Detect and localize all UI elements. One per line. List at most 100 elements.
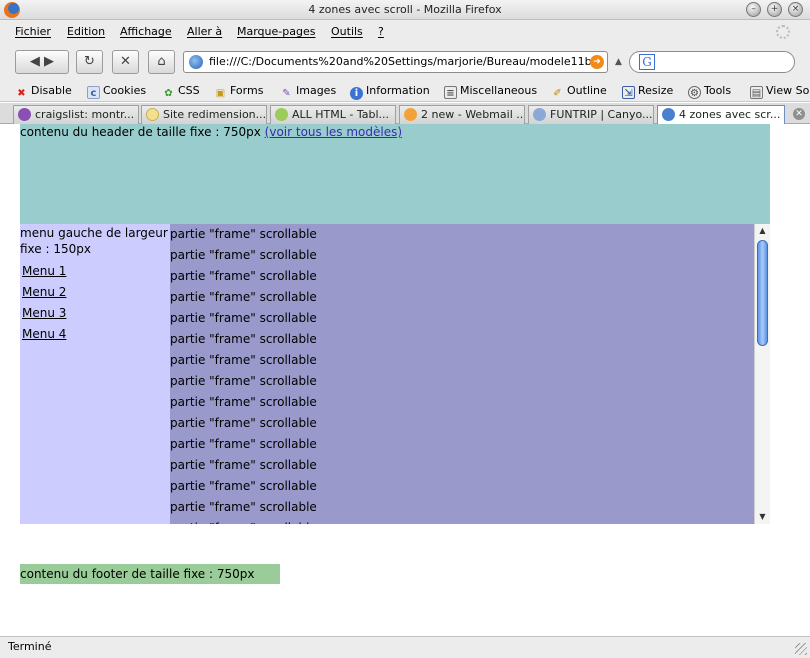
menu-affichage[interactable]: Affichage (120, 25, 172, 38)
resize-icon: ⇲ (622, 86, 635, 99)
window-title: 4 zones avec scroll - Mozilla Firefox (308, 3, 502, 16)
search-input[interactable]: G (629, 51, 795, 73)
reload-icon: ↻ (84, 54, 95, 69)
tab-funtrip[interactable]: FUNTRIP | Canyo... (528, 105, 654, 124)
page-header: contenu du header de taille fixe : 750px… (20, 124, 770, 224)
frame-line: partie "frame" scrollable (170, 332, 317, 346)
all-models-link[interactable]: (voir tous les modèles) (265, 125, 402, 139)
status-text: Terminé (8, 640, 52, 653)
url-dropdown-icon[interactable]: ▲ (615, 57, 622, 67)
devbar-cookies[interactable]: c Cookies (87, 84, 146, 99)
menu-outils[interactable]: Outils (331, 25, 363, 38)
menu-link-2[interactable]: Menu 2 (22, 284, 170, 300)
go-icon[interactable]: ➜ (590, 55, 604, 69)
devbar-information[interactable]: i Information (350, 84, 430, 100)
menu-fichier[interactable]: Fichier (15, 25, 51, 38)
minimize-icon: – (751, 4, 756, 14)
webmail-icon (404, 108, 417, 121)
address-bar[interactable]: file:///C:/Documents%20and%20Settings/ma… (183, 51, 608, 73)
devbar-view-source[interactable]: ▤ View So (750, 84, 809, 99)
miscellaneous-icon: ≡ (444, 86, 457, 99)
scrollbar-thumb[interactable] (757, 240, 768, 346)
maximize-icon: + (770, 4, 779, 14)
scrollable-frame[interactable]: partie "frame" scrollable partie "frame" … (170, 224, 770, 524)
maximize-button[interactable]: + (767, 2, 782, 17)
flower-icon (275, 108, 288, 121)
menu-link-3[interactable]: Menu 3 (22, 305, 170, 321)
menu-bar: Fichier Edition Affichage Aller à Marque… (0, 20, 810, 44)
web-developer-toolbar: ✖ Disable c Cookies ✿ CSS ▣ Forms ✎ Images iI… (0, 80, 810, 102)
google-icon[interactable]: G (639, 54, 655, 70)
stop-button[interactable]: ✕ (112, 50, 139, 74)
menu-link-1[interactable]: Menu 1 (22, 263, 170, 279)
close-tab-icon[interactable]: ✕ (793, 108, 805, 120)
menu-aller-a[interactable]: Aller à (187, 25, 222, 38)
devbar-forms[interactable]: ▣ Forms (214, 84, 264, 100)
globe-icon (662, 108, 675, 121)
tab-site-redimension[interactable]: Site redimension... (141, 105, 267, 124)
frame-line: partie "frame" scrollable (170, 227, 317, 241)
frame-line: partie "frame" scrollable (170, 374, 317, 388)
home-button[interactable]: ⌂ (148, 50, 175, 74)
css-icon: ✿ (164, 88, 173, 99)
menu-link-4[interactable]: Menu 4 (22, 326, 170, 342)
resize-grip-icon[interactable] (795, 643, 807, 655)
address-url: file:///C:/Documents%20and%20Settings/ma… (209, 55, 592, 68)
devbar-miscellaneous[interactable]: ≡ Miscellaneous (444, 84, 537, 99)
frame-line: partie "frame" scrollable (170, 416, 317, 430)
tab-craigslist[interactable]: craigslist: montr... (13, 105, 139, 124)
menu-help[interactable]: ? (378, 25, 384, 38)
frame-scrollbar[interactable]: ▲ ▼ (754, 224, 770, 524)
close-button[interactable]: × (788, 2, 803, 17)
tab-bar: craigslist: montr... Site redimension...… (0, 103, 810, 124)
close-icon: × (791, 4, 800, 14)
title-bar: 4 zones avec scroll - Mozilla Firefox – … (0, 0, 810, 20)
page-footer: contenu du footer de taille fixe : 750px (20, 564, 280, 584)
navigation-toolbar: ◀ ▶ ↻ ✕ ⌂ file:///C:/Documents%20and%20S… (0, 44, 810, 80)
frame-line: partie "frame" scrollable (170, 311, 317, 325)
header-text: contenu du header de taille fixe : 750px (20, 125, 261, 139)
page-viewport: contenu du header de taille fixe : 750px… (0, 124, 810, 636)
back-forward-button[interactable]: ◀ ▶ (15, 50, 69, 74)
images-icon: ✎ (282, 88, 291, 99)
left-menu: menu gauche de largeur fixe : 150px Menu… (20, 224, 170, 524)
scroll-down-icon[interactable]: ▼ (755, 510, 770, 524)
devbar-css[interactable]: ✿ CSS (162, 84, 199, 100)
scroll-up-icon[interactable]: ▲ (755, 224, 770, 238)
globe-icon (533, 108, 546, 121)
devbar-outline[interactable]: ✐ Outline (551, 84, 607, 100)
menu-edition[interactable]: Edition (67, 25, 105, 38)
tab-4-zones[interactable]: 4 zones avec scr... (657, 105, 785, 124)
tab-webmail[interactable]: 2 new - Webmail ... (399, 105, 525, 124)
devbar-disable[interactable]: ✖ Disable (15, 84, 72, 100)
devbar-tools[interactable]: ⚙ Tools (688, 84, 731, 99)
frame-content: partie "frame" scrollable partie "frame" … (170, 226, 754, 524)
home-icon: ⌂ (157, 54, 166, 69)
reload-button[interactable]: ↻ (76, 50, 103, 74)
back-arrow-icon: ◀ ▶ (29, 54, 55, 69)
stop-icon: ✕ (120, 54, 131, 69)
devbar-images[interactable]: ✎ Images (280, 84, 336, 100)
menu-title: menu gauche de largeur fixe : 150px (20, 226, 168, 256)
frame-line: partie "frame" scrollable (170, 353, 317, 367)
frame-line: partie "frame" scrollable (170, 520, 754, 524)
devbar-resize[interactable]: ⇲ Resize (622, 84, 673, 99)
menu-marque-pages[interactable]: Marque-pages (237, 25, 315, 38)
frame-line: partie "frame" scrollable (170, 458, 317, 472)
throbber-icon (776, 25, 790, 39)
frame-line: partie "frame" scrollable (170, 395, 317, 409)
tab-all-html[interactable]: ALL HTML - Tabl... (270, 105, 396, 124)
page-icon (146, 108, 159, 121)
information-icon: i (350, 87, 363, 100)
frame-line: partie "frame" scrollable (170, 500, 317, 514)
peace-icon (18, 108, 31, 121)
globe-icon (189, 55, 203, 69)
view-source-icon: ▤ (750, 86, 763, 99)
frame-line: partie "frame" scrollable (170, 248, 317, 262)
minimize-button[interactable]: – (746, 2, 761, 17)
footer-text: contenu du footer de taille fixe : 750px (20, 567, 255, 581)
cookies-icon: c (87, 86, 100, 99)
status-bar: Terminé (0, 636, 810, 658)
forms-icon: ▣ (215, 88, 226, 99)
frame-line: partie "frame" scrollable (170, 269, 317, 283)
